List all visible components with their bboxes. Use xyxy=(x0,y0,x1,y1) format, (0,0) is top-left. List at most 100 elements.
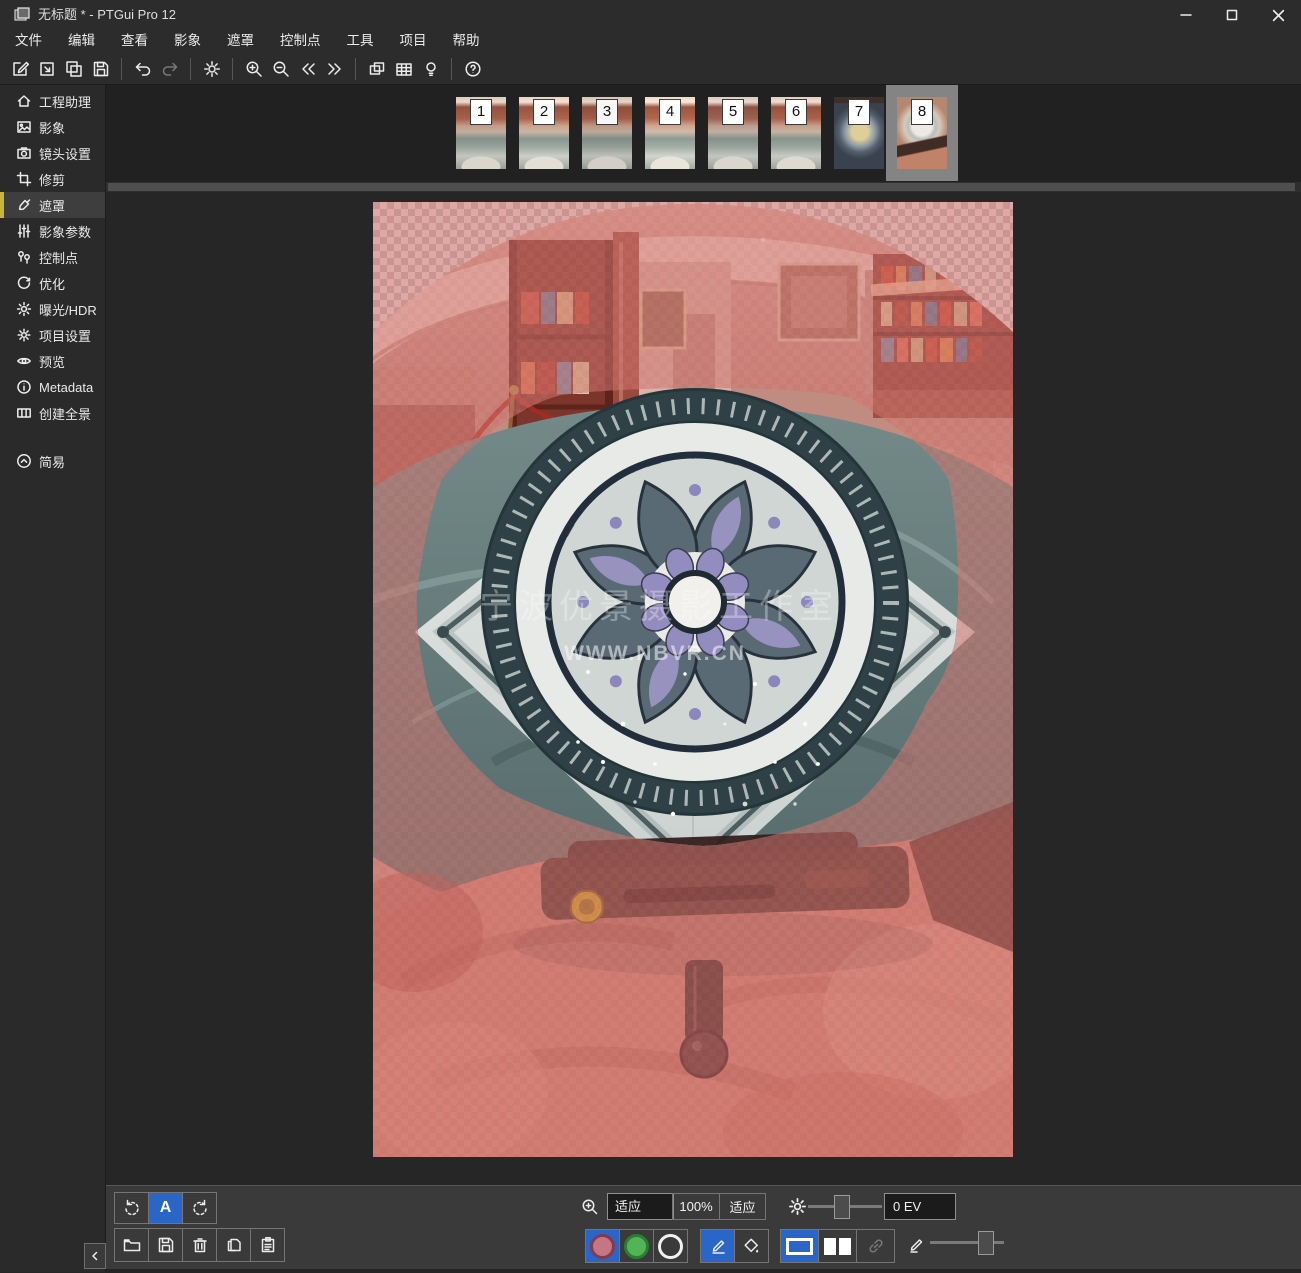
thumbnail-3[interactable]: 3 xyxy=(582,97,632,169)
sun-icon xyxy=(16,301,32,317)
thumbnail-7[interactable]: 7 xyxy=(834,97,884,169)
copy-mask-button[interactable] xyxy=(216,1229,250,1261)
sidebar-item-project-assistant[interactable]: 工程助理 xyxy=(0,88,105,114)
zoom-100-button[interactable]: 100% xyxy=(673,1194,719,1219)
zoom-level-input[interactable]: 适应 xyxy=(607,1193,674,1220)
save-mask-button[interactable] xyxy=(148,1229,182,1261)
menu-item-images[interactable]: 影象 xyxy=(161,30,214,53)
optimize-icon xyxy=(16,275,32,291)
red-mask-circle-icon xyxy=(590,1234,615,1259)
ev-slider[interactable] xyxy=(808,1194,882,1218)
panorama-editor-button[interactable] xyxy=(363,56,390,82)
dual-view-button[interactable] xyxy=(818,1230,856,1262)
open-project-button[interactable] xyxy=(33,56,60,82)
thumbnail-5[interactable]: 5 xyxy=(708,97,758,169)
sidebar-item-label: 影象 xyxy=(39,118,65,137)
settings-button[interactable] xyxy=(198,56,225,82)
masked-image[interactable]: 宁波优景摄影工作室 WWW.NBVR.CN xyxy=(373,202,1013,1157)
rotate-cw-button[interactable] xyxy=(182,1193,216,1223)
sidebar-item-project-settings[interactable]: 项目设置 xyxy=(0,322,105,348)
detail-grid-button[interactable] xyxy=(390,56,417,82)
toolbar-separator xyxy=(355,58,356,80)
thumbnail-6[interactable]: 6 xyxy=(771,97,821,169)
thumbnail-4[interactable]: 4 xyxy=(645,97,695,169)
menu-item-project[interactable]: 项目 xyxy=(387,30,440,53)
toolbar-separator xyxy=(451,58,452,80)
sidebar-item-simple-mode[interactable]: 简易 xyxy=(0,448,104,474)
next-image-button[interactable] xyxy=(321,56,348,82)
sidebar-item-images[interactable]: 影象 xyxy=(0,114,105,140)
zoom-out-button[interactable] xyxy=(267,56,294,82)
menu-item-help[interactable]: 帮助 xyxy=(440,30,493,53)
menu-item-view[interactable]: 查看 xyxy=(108,30,161,53)
menu-item-edit[interactable]: 编辑 xyxy=(55,30,108,53)
duplicate-button[interactable] xyxy=(60,56,87,82)
save-icon xyxy=(91,59,111,79)
toolbar-separator xyxy=(121,58,122,80)
sidebar-item-exposure-hdr[interactable]: 曝光/HDR xyxy=(0,296,105,322)
app-logo-icon xyxy=(13,6,31,24)
toolbar-separator xyxy=(190,58,191,80)
zoom-fit-button[interactable]: 适应 xyxy=(719,1194,765,1219)
thumbnail-scrollbar-thumb[interactable] xyxy=(108,183,1295,191)
brush-tool-button[interactable] xyxy=(701,1230,734,1262)
white-circle-icon xyxy=(658,1234,683,1259)
collapse-panel-button[interactable] xyxy=(84,1243,106,1269)
sidebar-item-crop[interactable]: 修剪 xyxy=(0,166,105,192)
link-views-button[interactable] xyxy=(856,1230,894,1262)
minimize-button[interactable] xyxy=(1163,0,1209,30)
thumbnail-8[interactable]: 8 xyxy=(897,97,947,169)
paste-mask-button[interactable] xyxy=(250,1229,284,1261)
sidebar-item-lens-settings[interactable]: 镜头设置 xyxy=(0,140,105,166)
ev-slider-handle[interactable] xyxy=(834,1195,850,1219)
duplicate-icon xyxy=(64,59,84,79)
menu-item-mask[interactable]: 遮罩 xyxy=(214,30,267,53)
thumbnail-2[interactable]: 2 xyxy=(519,97,569,169)
menu-item-tools[interactable]: 工具 xyxy=(334,30,387,53)
brush-icon xyxy=(16,197,32,213)
zoom-buttons-group: 100% 适应 xyxy=(672,1193,766,1220)
single-view-button[interactable] xyxy=(781,1230,818,1262)
grid-icon xyxy=(394,59,414,79)
load-mask-button[interactable] xyxy=(115,1229,148,1261)
mask-green-button[interactable] xyxy=(619,1230,653,1262)
windows-icon xyxy=(367,59,387,79)
redo-button[interactable] xyxy=(156,56,183,82)
previous-image-button[interactable] xyxy=(294,56,321,82)
zoom-in-button[interactable] xyxy=(240,56,267,82)
delete-mask-button[interactable] xyxy=(182,1229,216,1261)
auto-rotate-button[interactable]: A xyxy=(148,1193,182,1223)
close-button[interactable] xyxy=(1255,0,1301,30)
view-mode-group xyxy=(780,1229,895,1263)
ev-value-input[interactable]: 0 EV xyxy=(884,1193,956,1220)
sidebar-item-create-panorama[interactable]: 创建全景 xyxy=(0,400,105,426)
thumbnail-1[interactable]: 1 xyxy=(456,97,506,169)
brush-size-slider[interactable] xyxy=(930,1230,1004,1254)
sidebar-item-control-points[interactable]: 控制点 xyxy=(0,244,105,270)
tips-button[interactable] xyxy=(417,56,444,82)
mask-erase-button[interactable] xyxy=(653,1230,687,1262)
sidebar-item-metadata[interactable]: Metadata xyxy=(0,374,105,400)
sidebar-item-preview[interactable]: 预览 xyxy=(0,348,105,374)
maximize-button[interactable] xyxy=(1209,0,1255,30)
mask-red-button[interactable] xyxy=(586,1230,619,1262)
help-button[interactable] xyxy=(459,56,486,82)
sidebar-item-image-parameters[interactable]: 影象参数 xyxy=(0,218,105,244)
help-icon xyxy=(463,59,483,79)
next-image-icon xyxy=(325,59,345,79)
marker-pen-icon xyxy=(708,1236,728,1256)
fill-tool-button[interactable] xyxy=(734,1230,768,1262)
undo-button[interactable] xyxy=(129,56,156,82)
sidebar-item-optimize[interactable]: 优化 xyxy=(0,270,105,296)
brush-size-slider-handle[interactable] xyxy=(978,1231,994,1255)
save-button[interactable] xyxy=(87,56,114,82)
menu-item-file[interactable]: 文件 xyxy=(2,30,55,53)
rotate-ccw-button[interactable] xyxy=(115,1193,148,1223)
sidebar-item-label: 简易 xyxy=(39,452,65,471)
sidebar-item-label: 曝光/HDR xyxy=(39,300,97,319)
sidebar-item-mask[interactable]: 遮罩 xyxy=(0,192,105,218)
new-project-button[interactable] xyxy=(6,56,33,82)
thumbnail-scrollbar[interactable] xyxy=(106,182,1301,192)
menu-item-control-points[interactable]: 控制点 xyxy=(267,30,334,53)
previous-image-icon xyxy=(298,59,318,79)
